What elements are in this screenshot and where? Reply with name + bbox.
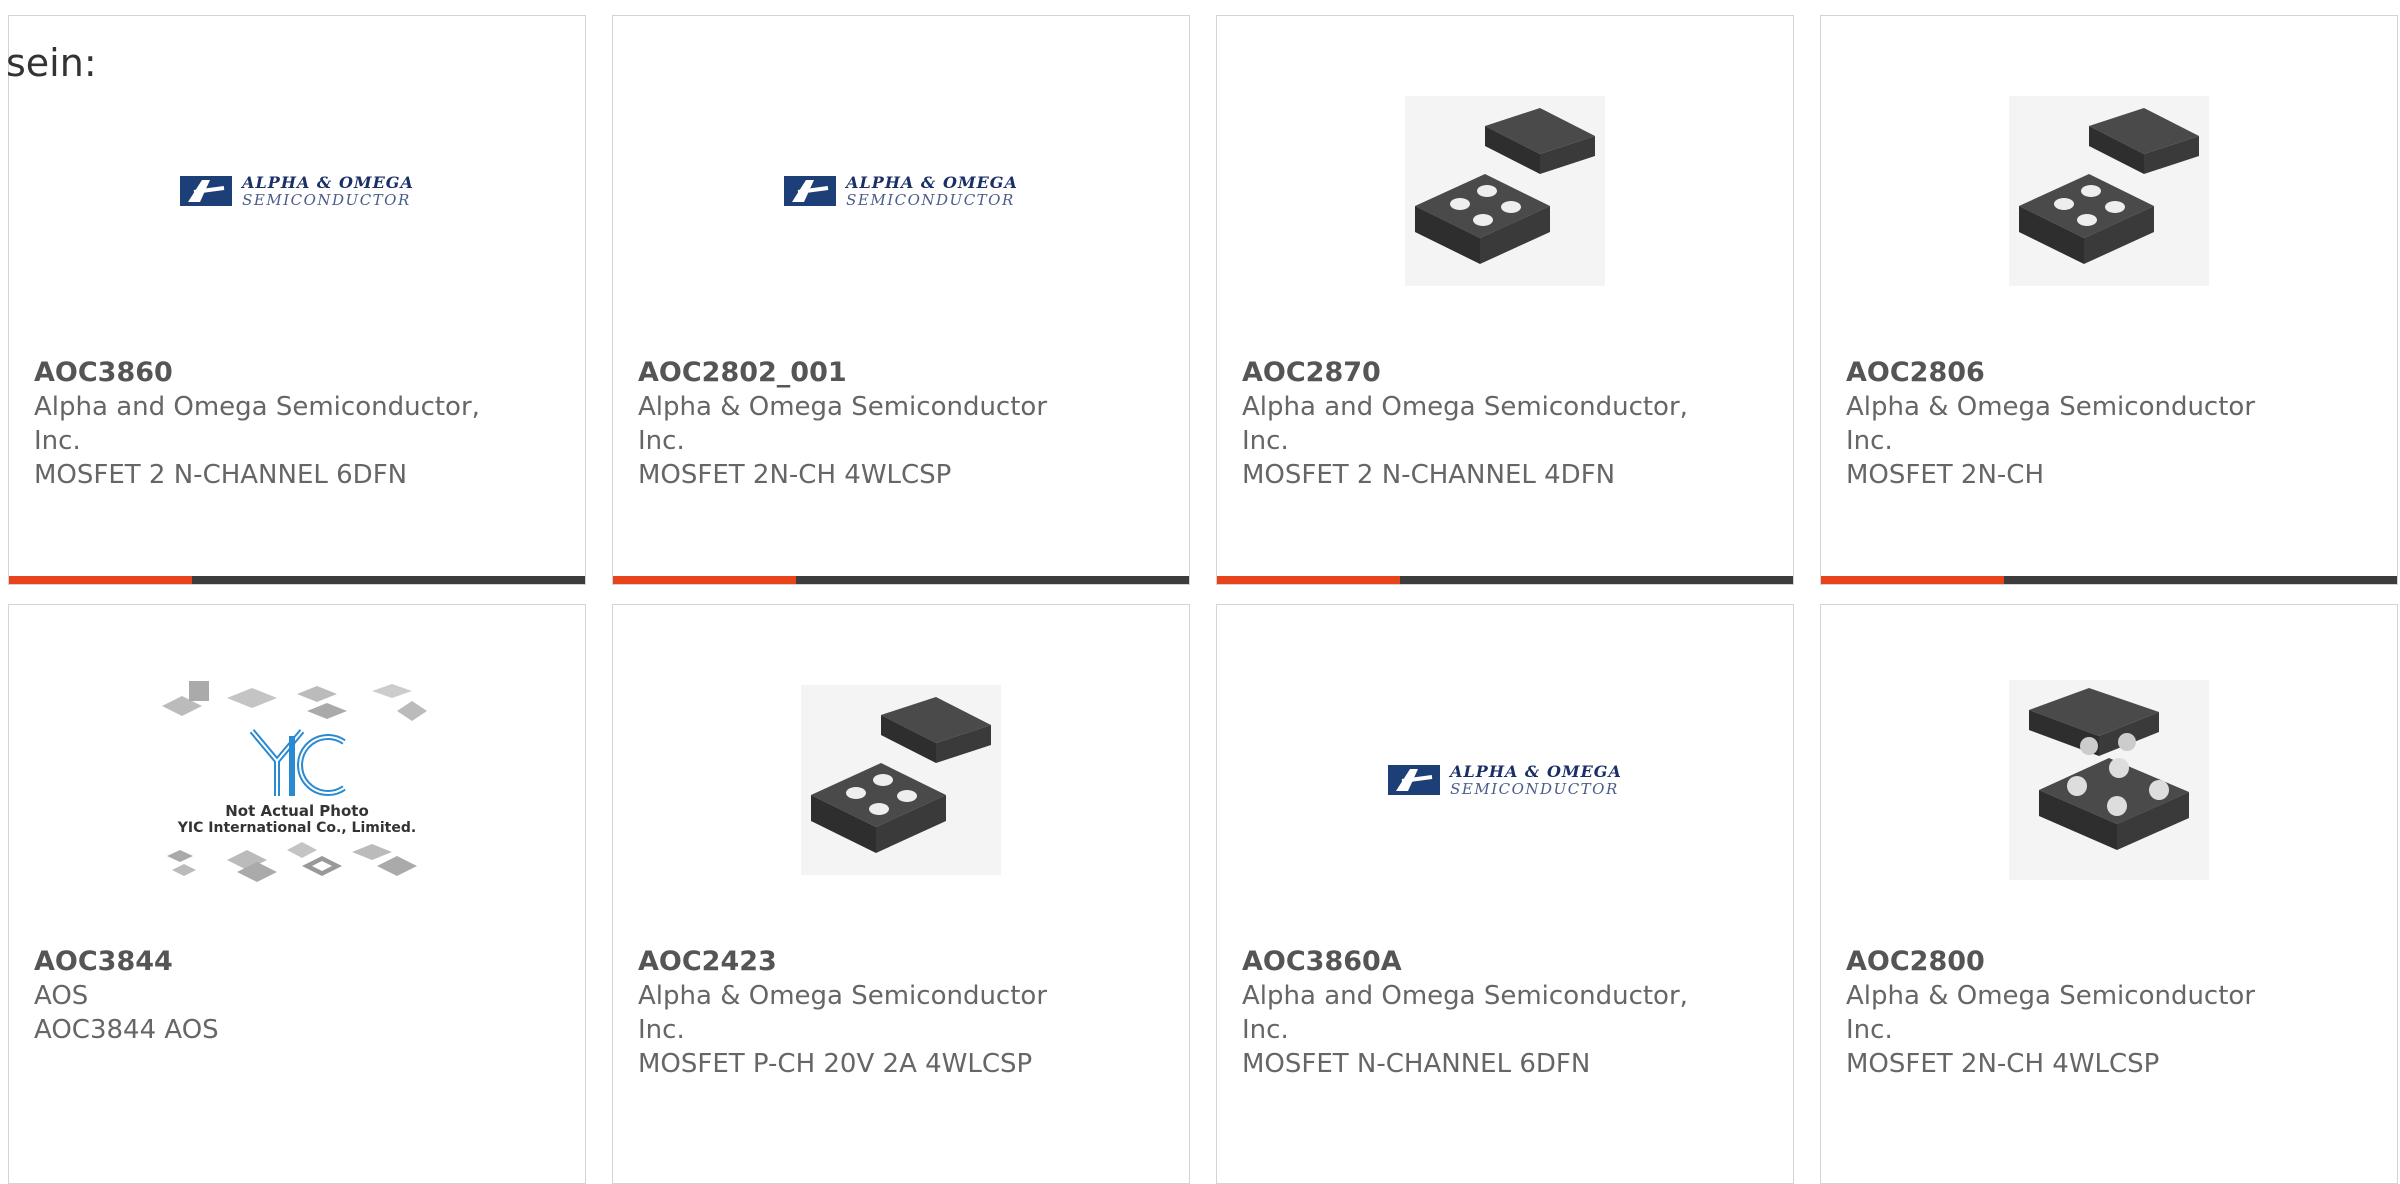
card-bar	[1217, 576, 1793, 584]
product-card[interactable]: AOC2800 Alpha & Omega Semiconductor Inc.…	[1820, 604, 2398, 1184]
intro-text: sein:	[6, 41, 97, 85]
card-bar	[613, 576, 1189, 584]
alpha-omega-logo: ALPHA & OMEGA SEMICONDUCTOR	[784, 172, 1018, 209]
logo-line2: SEMICONDUCTOR	[1450, 779, 1619, 798]
manufacturer: Alpha and Omega Semiconductor,	[34, 392, 480, 422]
card-bar	[9, 576, 585, 584]
product-image[interactable]: Not Actual Photo YIC International Co., …	[9, 655, 585, 905]
product-image[interactable]	[1821, 655, 2397, 905]
manufacturer: Alpha & Omega Semiconductor	[638, 392, 1048, 422]
manufacturer-cont: Inc.	[34, 426, 81, 456]
product-card[interactable]: Not Actual Photo YIC International Co., …	[8, 604, 586, 1184]
yic-logo-icon	[249, 729, 346, 796]
description: MOSFET 2 N-CHANNEL 6DFN	[34, 460, 408, 490]
manufacturer-cont: Inc.	[1846, 1015, 1893, 1045]
product-card[interactable]: ALPHA & OMEGA SEMICONDUCTOR AOC3860A Alph…	[1216, 604, 1794, 1184]
manufacturer-cont: Inc.	[1242, 1015, 1289, 1045]
product-card[interactable]: ALPHA & OMEGA SEMICONDUCTOR AOC2802_001 A…	[612, 15, 1190, 585]
product-image[interactable]	[1217, 71, 1793, 311]
part-number[interactable]: AOC2806	[1846, 356, 2377, 390]
not-actual-photo-image: Not Actual Photo YIC International Co., …	[157, 676, 437, 884]
description: AOC3844 AOS	[34, 1015, 219, 1045]
description: MOSFET P-CH 20V 2A 4WLCSP	[638, 1049, 1033, 1079]
card-bar	[1821, 576, 2397, 584]
manufacturer: Alpha and Omega Semiconductor,	[1242, 392, 1688, 422]
product-image[interactable]: ALPHA & OMEGA SEMICONDUCTOR	[613, 71, 1189, 311]
description: MOSFET 2 N-CHANNEL 4DFN	[1242, 460, 1616, 490]
logo-line1: ALPHA & OMEGA	[846, 172, 1018, 192]
part-number[interactable]: AOC2802_001	[638, 356, 1169, 390]
product-image[interactable]	[613, 655, 1189, 905]
part-number[interactable]: AOC3860A	[1242, 945, 1773, 979]
alpha-omega-logo: ALPHA & OMEGA SEMICONDUCTOR	[180, 172, 414, 209]
part-number[interactable]: AOC2423	[638, 945, 1169, 979]
logo-line1: ALPHA & OMEGA	[242, 172, 414, 192]
product-image[interactable]: ALPHA & OMEGA SEMICONDUCTOR	[1217, 655, 1793, 905]
chip-4pad-image	[2009, 96, 2209, 286]
description: MOSFET 2N-CH	[1846, 460, 2045, 490]
alpha-omega-logo: ALPHA & OMEGA SEMICONDUCTOR	[1388, 761, 1622, 798]
chip-4ball-image	[2009, 680, 2209, 880]
product-card[interactable]: AOC2806 Alpha & Omega Semiconductor Inc.…	[1820, 15, 2398, 585]
yic-caption-line1: Not Actual Photo	[225, 802, 369, 820]
manufacturer-cont: Inc.	[638, 426, 685, 456]
manufacturer-cont: Inc.	[638, 1015, 685, 1045]
yic-caption-line2: YIC International Co., Limited.	[177, 820, 417, 836]
manufacturer-cont: Inc.	[1846, 426, 1893, 456]
product-card[interactable]: ALPHA & OMEGA SEMICONDUCTOR AOC3860 Alpha…	[8, 15, 586, 585]
chip-4pad-image	[801, 685, 1001, 875]
product-card[interactable]: AOC2423 Alpha & Omega Semiconductor Inc.…	[612, 604, 1190, 1184]
logo-line2: SEMICONDUCTOR	[242, 190, 411, 209]
part-number[interactable]: AOC2800	[1846, 945, 2377, 979]
manufacturer-cont: Inc.	[1242, 426, 1289, 456]
manufacturer: Alpha and Omega Semiconductor,	[1242, 981, 1688, 1011]
chip-4pad-image	[1405, 96, 1605, 286]
part-number[interactable]: AOC2870	[1242, 356, 1773, 390]
product-card[interactable]: AOC2870 Alpha and Omega Semiconductor, I…	[1216, 15, 1794, 585]
logo-line1: ALPHA & OMEGA	[1450, 761, 1622, 781]
product-image[interactable]	[1821, 71, 2397, 311]
manufacturer: Alpha & Omega Semiconductor	[638, 981, 1048, 1011]
logo-line2: SEMICONDUCTOR	[846, 190, 1015, 209]
part-number[interactable]: AOC3860	[34, 356, 565, 390]
manufacturer: Alpha & Omega Semiconductor	[1846, 392, 2256, 422]
product-image[interactable]: ALPHA & OMEGA SEMICONDUCTOR	[9, 71, 585, 311]
part-number[interactable]: AOC3844	[34, 945, 565, 979]
description: MOSFET N-CHANNEL 6DFN	[1242, 1049, 1591, 1079]
description: MOSFET 2N-CH 4WLCSP	[1846, 1049, 2160, 1079]
description: MOSFET 2N-CH 4WLCSP	[638, 460, 952, 490]
manufacturer: AOS	[34, 981, 89, 1011]
manufacturer: Alpha & Omega Semiconductor	[1846, 981, 2256, 1011]
